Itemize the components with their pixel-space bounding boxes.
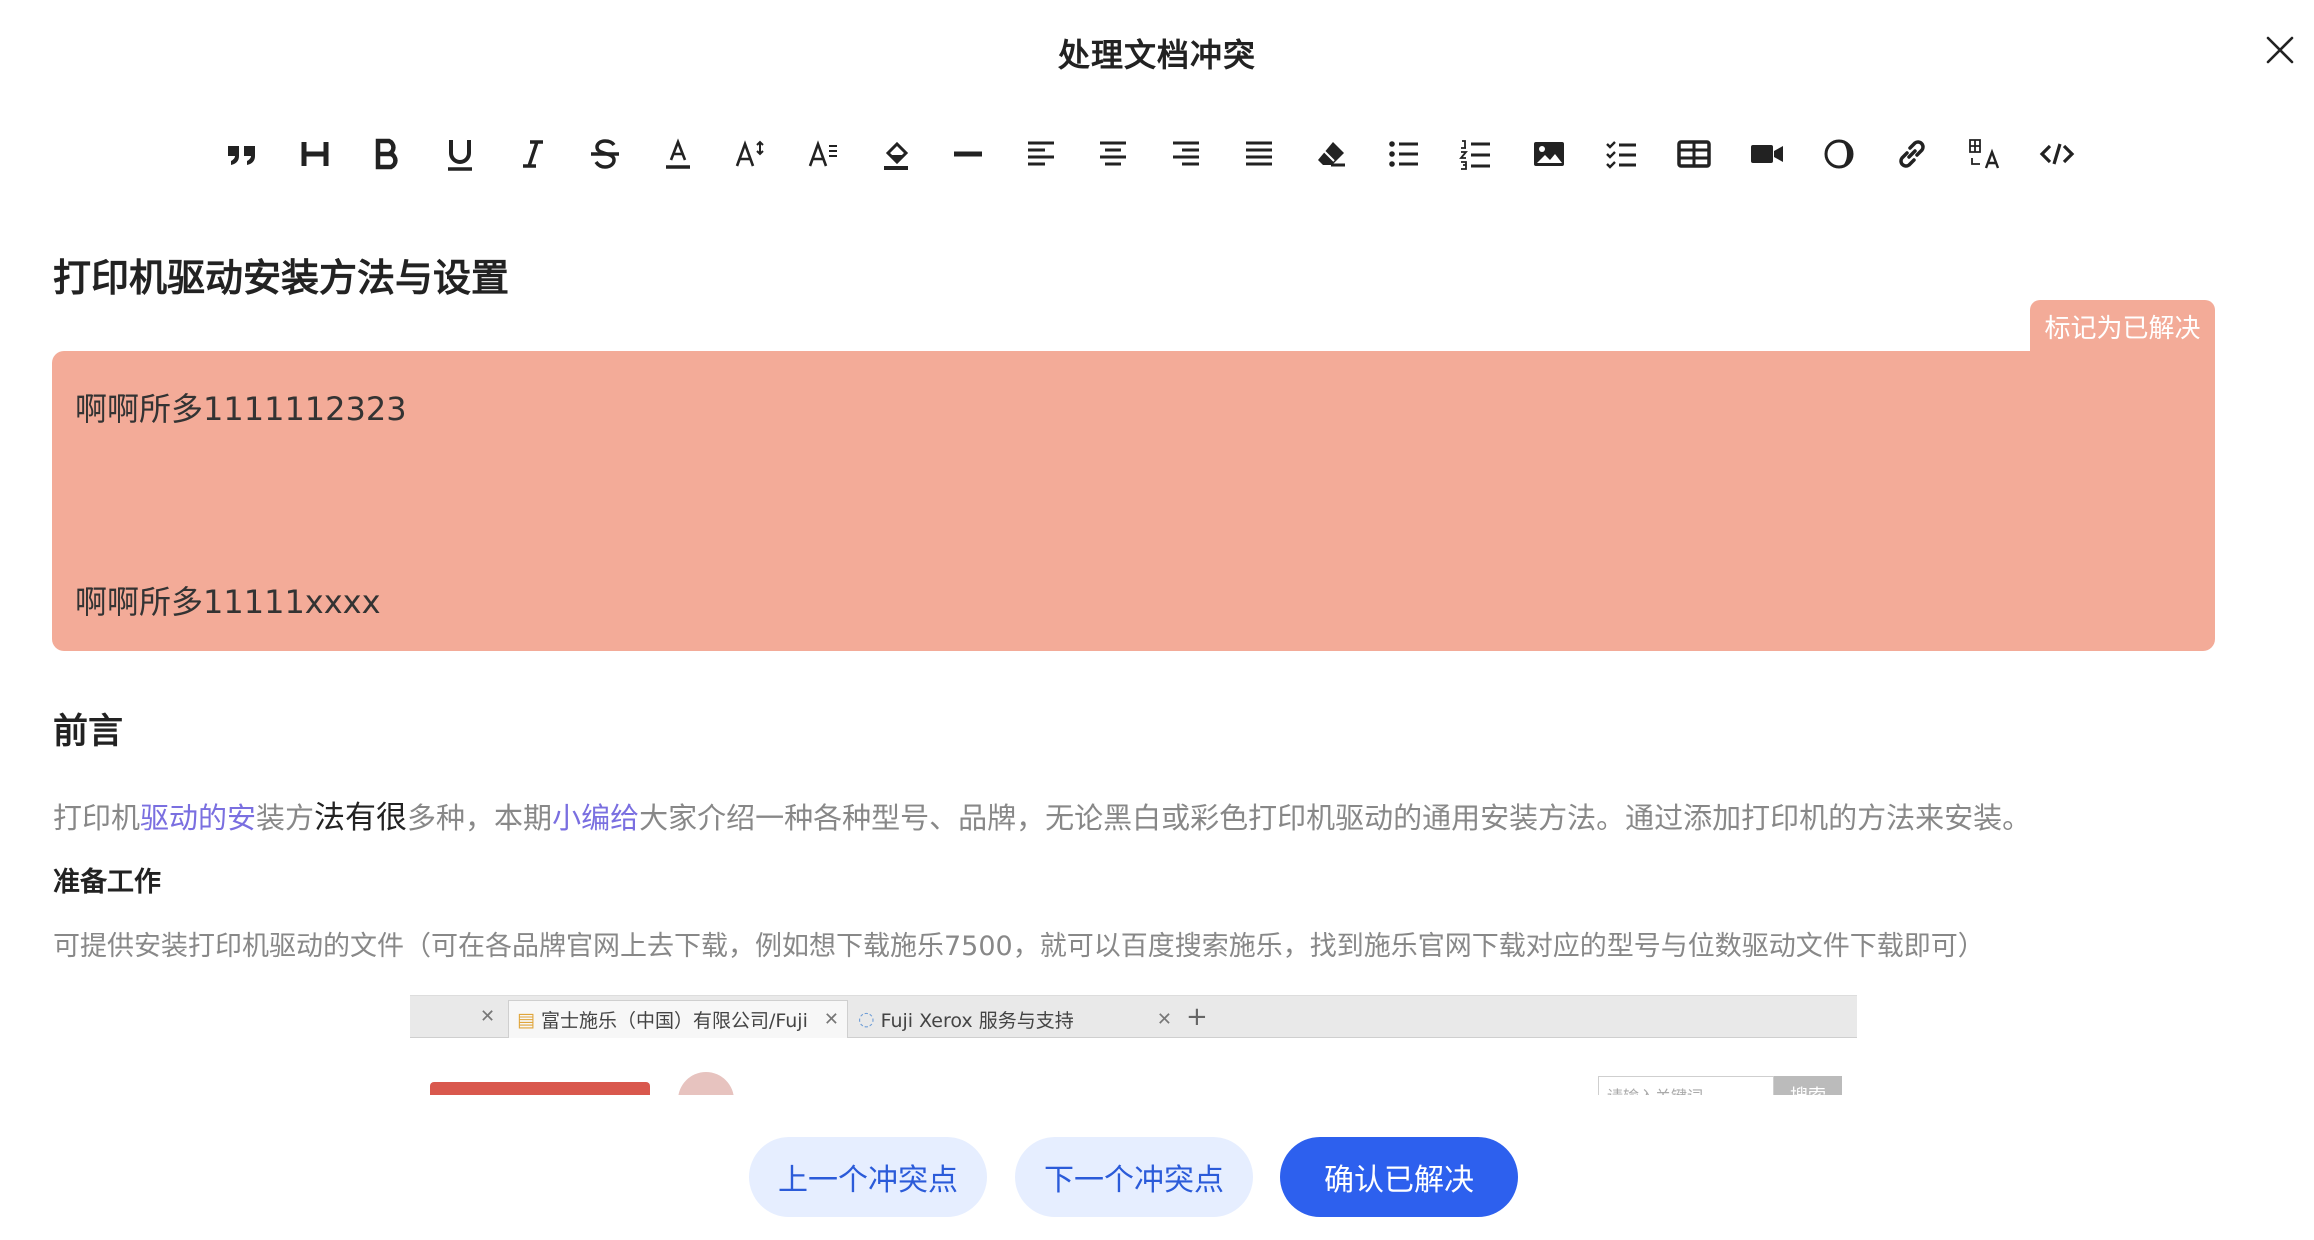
bold-icon: [376, 138, 399, 170]
embedded-screenshot: ✕ ▤ 富士施乐（中国）有限公司/Fuji ✕ ◌ Fuji Xerox 服务与…: [410, 995, 1857, 1095]
table-button[interactable]: [1658, 126, 1731, 182]
logo-globe-icon: [678, 1072, 734, 1095]
link-button[interactable]: [1876, 126, 1949, 182]
browser-tab-label: Fuji Xerox 服务与支持: [880, 1009, 1074, 1032]
align-center-icon: [1100, 141, 1127, 166]
align-right-button[interactable]: [1150, 126, 1223, 182]
eraser-icon: [1318, 142, 1346, 167]
bullet-list-icon: [1388, 141, 1418, 167]
image-icon: [1533, 142, 1564, 166]
font-color-button[interactable]: [642, 126, 715, 182]
editor-toolbar: [206, 126, 2093, 182]
folder-icon: ▤: [517, 1008, 535, 1031]
font-size-icon: [736, 140, 765, 167]
intro-paragraph: 打印机驱动的安装方法有很多种，本期小编给大家介绍一种各种型号、品牌，无论黑白或彩…: [53, 792, 2031, 837]
conflict-block: 啊啊所多1111112323 啊啊所多11111xxxx: [52, 351, 2215, 651]
site-search-button: 搜索: [1774, 1076, 1842, 1095]
close-button[interactable]: [2256, 26, 2304, 74]
line-height-button[interactable]: [787, 126, 860, 182]
intro-link-text: 驱动的安: [140, 801, 257, 835]
table-icon: [1677, 140, 1711, 168]
task-list-button[interactable]: [1585, 126, 1658, 182]
intro-text: 大家介绍一种各种型号、品牌，无论黑白或彩色打印机驱动的通用安装方法。通过添加打印…: [639, 801, 2032, 835]
quote-button[interactable]: [206, 126, 279, 182]
document-title: 打印机驱动安装方法与设置: [53, 256, 510, 300]
modal-title: 处理文档冲突: [1057, 36, 1256, 74]
highlight-button[interactable]: [859, 126, 932, 182]
image-button[interactable]: [1513, 126, 1586, 182]
align-justify-icon: [1245, 141, 1272, 166]
translate-button[interactable]: [1948, 126, 2021, 182]
code-button[interactable]: [2021, 126, 2094, 182]
highlight-icon: [883, 141, 908, 170]
align-justify-button[interactable]: [1222, 126, 1295, 182]
browser-tab-bar: ✕ ▤ 富士施乐（中国）有限公司/Fuji ✕ ◌ Fuji Xerox 服务与…: [410, 996, 1857, 1038]
horizontal-rule-icon: [954, 151, 983, 157]
intro-link-text: 小编给: [552, 801, 640, 835]
font-size-button[interactable]: [714, 126, 787, 182]
translate-icon: [1968, 139, 1999, 169]
close-icon[interactable]: [2264, 34, 2296, 66]
quote-icon: [228, 146, 256, 165]
ordered-list-icon: [1459, 140, 1491, 170]
align-right-icon: [1173, 141, 1200, 166]
intro-text: 多种，本期: [407, 801, 553, 835]
video-button[interactable]: [1730, 126, 1803, 182]
align-left-button[interactable]: [1005, 126, 1078, 182]
mark-resolved-button[interactable]: 标记为已解决: [2030, 300, 2215, 352]
theme-button[interactable]: [1803, 126, 1876, 182]
align-center-button[interactable]: [1077, 126, 1150, 182]
bold-button[interactable]: [351, 126, 424, 182]
loading-icon: ◌: [858, 1008, 875, 1030]
theme-icon: [1824, 139, 1854, 169]
plus-icon: +: [1186, 1002, 1208, 1032]
underline-icon: [448, 140, 473, 171]
browser-tab: ◌ Fuji Xerox 服务与支持 ✕: [850, 1000, 1180, 1038]
align-left-icon: [1027, 141, 1054, 166]
italic-button[interactable]: [496, 126, 569, 182]
link-icon: [1899, 140, 1925, 168]
note-paragraph: 可提供安装打印机驱动的文件（可在各品牌官网上去下载，例如想下载施乐7500，就可…: [53, 931, 1985, 962]
eraser-button[interactable]: [1295, 126, 1368, 182]
strikethrough-button[interactable]: [569, 126, 642, 182]
video-icon: [1750, 145, 1783, 163]
sub-heading: 准备工作: [53, 867, 161, 898]
next-conflict-button[interactable]: 下一个冲突点: [1015, 1137, 1253, 1217]
line-height-icon: [808, 140, 838, 167]
confirm-resolved-button[interactable]: 确认已解决: [1280, 1137, 1518, 1217]
close-icon: ✕: [480, 1006, 496, 1027]
heading-button[interactable]: [279, 126, 352, 182]
intro-text: 打印机: [53, 801, 141, 835]
section-heading: 前言: [53, 712, 124, 752]
site-logo: [430, 1082, 650, 1095]
strikethrough-icon: [591, 139, 620, 169]
task-list-icon: [1605, 141, 1636, 169]
heading-icon: [301, 142, 329, 166]
browser-tab-label: 富士施乐（中国）有限公司/Fuji: [540, 1010, 808, 1032]
italic-icon: [522, 140, 543, 168]
code-icon: [2039, 143, 2075, 165]
font-color-icon: [665, 138, 690, 169]
close-icon: ✕: [1156, 1008, 1172, 1030]
underline-button[interactable]: [424, 126, 497, 182]
intro-emphasis-text: 法有很: [314, 800, 408, 836]
close-icon: ✕: [823, 1009, 839, 1030]
bullet-list-button[interactable]: [1368, 126, 1441, 182]
conflict-line-current: 啊啊所多1111112323: [75, 390, 407, 428]
ordered-list-button[interactable]: [1440, 126, 1513, 182]
site-search-input: 请输入关键词: [1598, 1076, 1774, 1095]
intro-text: 装方: [256, 801, 315, 835]
conflict-line-incoming: 啊啊所多11111xxxx: [75, 583, 381, 621]
horizontal-rule-button[interactable]: [932, 126, 1005, 182]
prev-conflict-button[interactable]: 上一个冲突点: [749, 1137, 987, 1217]
browser-tab-active: ▤ 富士施乐（中国）有限公司/Fuji ✕: [508, 1000, 848, 1038]
